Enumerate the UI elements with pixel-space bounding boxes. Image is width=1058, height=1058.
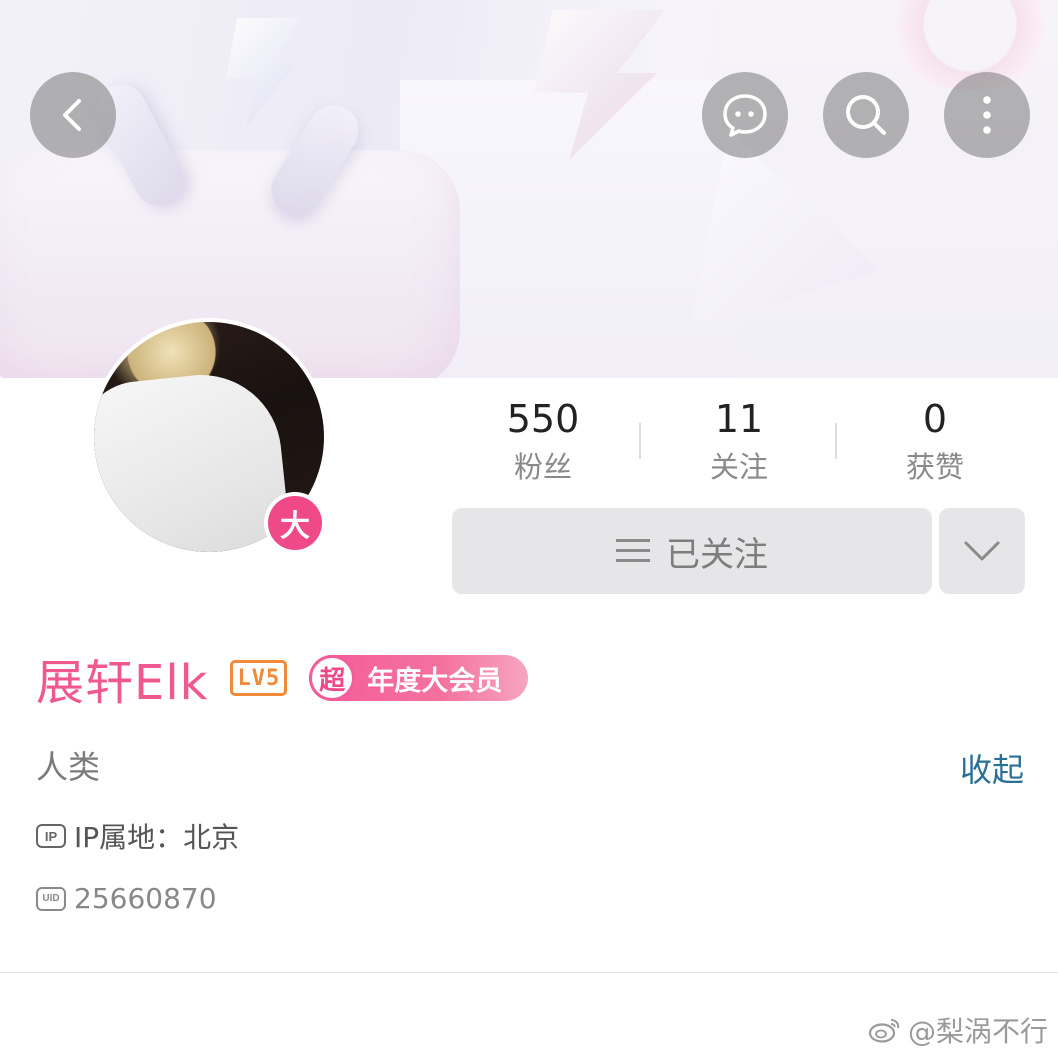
vip-badge-icon: 超 — [309, 655, 356, 701]
watermark: @梨涡不行 — [868, 1010, 1048, 1050]
followers-label: 粉丝 — [513, 450, 572, 484]
collapse-link[interactable]: 收起 — [960, 745, 1024, 791]
likes-count: 0 — [922, 397, 948, 441]
followers-stat[interactable]: 550 粉丝 — [445, 395, 641, 489]
dropdown-button[interactable] — [939, 508, 1025, 594]
likes-stat[interactable]: 0 获赞 — [837, 395, 1033, 489]
uid-row: UID 25660870 — [36, 882, 217, 915]
more-options-button[interactable] — [944, 72, 1030, 158]
following-button-label: 已关注 — [666, 534, 768, 575]
chat-icon — [723, 94, 767, 137]
search-icon — [846, 95, 886, 135]
uid-icon: UID — [36, 886, 66, 911]
vip-badge-label: 年度大会员 — [367, 665, 503, 697]
watermark-text: @梨涡不行 — [907, 1015, 1048, 1048]
profile-stats: 550 粉丝 11 关注 0 获赞 — [445, 395, 1035, 495]
following-label: 关注 — [709, 450, 768, 484]
bio-text: 人类 — [36, 748, 101, 786]
ip-location-text: IP属地：北京 — [74, 821, 240, 854]
avatar-badge: 大 — [264, 492, 326, 554]
following-stat[interactable]: 11 关注 — [641, 395, 837, 489]
search-button[interactable] — [823, 72, 909, 158]
avatar-badge-text: 大 — [268, 496, 322, 550]
level-badge: LV5 — [230, 660, 288, 696]
followers-count: 550 — [506, 397, 580, 441]
ip-icon: IP — [36, 824, 66, 848]
section-divider — [0, 972, 1058, 973]
more-vertical-icon — [983, 96, 991, 134]
back-button[interactable] — [30, 72, 116, 158]
ip-location-row: IP IP属地：北京 — [36, 816, 239, 856]
chevron-down-icon — [964, 541, 1000, 561]
likes-label: 获赞 — [905, 450, 964, 484]
following-count: 11 — [714, 397, 764, 441]
vip-badge[interactable]: 超 年度大会员 — [309, 655, 529, 701]
menu-icon — [616, 538, 650, 564]
bolt-decoration — [226, 18, 300, 128]
username: 展轩Elk — [36, 655, 209, 711]
following-button[interactable]: 已关注 — [452, 508, 932, 594]
weibo-icon — [868, 1019, 900, 1043]
message-button[interactable] — [702, 72, 788, 158]
chevron-left-icon — [63, 99, 81, 131]
uid-text[interactable]: 25660870 — [74, 882, 217, 915]
name-row: 展轩Elk LV5 超 年度大会员 — [36, 648, 529, 711]
